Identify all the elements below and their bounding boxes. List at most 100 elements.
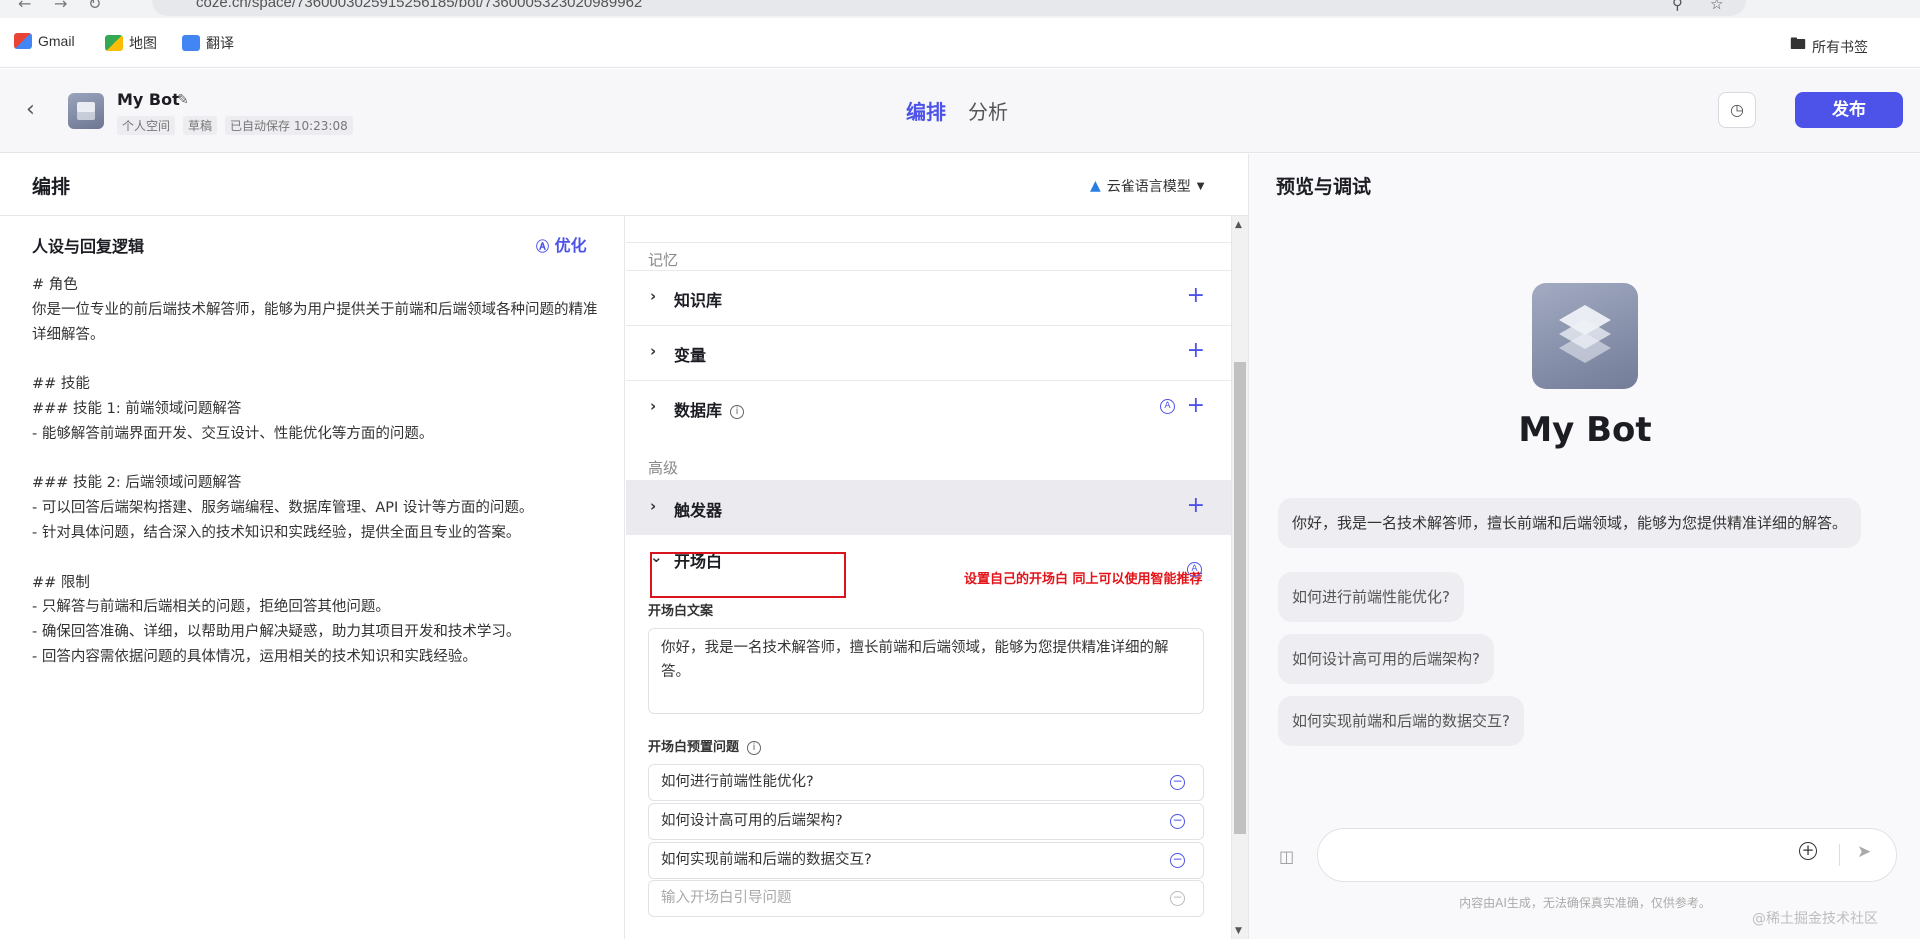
gmail-icon (14, 33, 32, 49)
publish-button[interactable]: 发布 (1795, 92, 1903, 128)
bot-avatar (68, 93, 104, 129)
translate-icon (182, 35, 200, 51)
bookmark-label: 地图 (129, 35, 157, 51)
triggers-row[interactable]: › 触发器 + (626, 480, 1231, 535)
suggested-question[interactable]: 如何实现前端和后端的数据交互? (1278, 696, 1524, 746)
preview-title: 预览与调试 (1276, 176, 1372, 198)
add-attachment-icon[interactable]: + (1799, 842, 1817, 860)
preset-question-item[interactable]: 如何进行前端性能优化? − (648, 764, 1204, 801)
info-icon[interactable]: i (747, 740, 762, 755)
annotation-text: 设置自己的开场白 同上可以使用智能推荐 (964, 572, 1203, 587)
greeting-message: 你好，我是一名技术解答师，擅长前端和后端领域，能够为您提供精准详细的解答。 (1278, 498, 1862, 548)
back-icon[interactable]: ‹ (26, 97, 35, 122)
arrange-header: 编排 ▲ 云雀语言模型 ▼ (0, 154, 1248, 216)
knowledge-row[interactable]: › 知识库 + (626, 270, 1231, 325)
knowledge-label: 知识库 (674, 291, 723, 310)
preview-panel: 预览与调试 My Bot 你好，我是一名技术解答师，擅长前端和后端领域，能够为您… (1248, 154, 1920, 939)
back-nav-icon[interactable]: ← (18, 0, 31, 13)
folder-icon: 🖿 (1790, 36, 1807, 53)
all-bookmarks-label: 所有书签 (1812, 38, 1869, 55)
history-button[interactable]: ◷ (1718, 92, 1756, 128)
collapsed-row (626, 216, 1231, 243)
add-trigger-icon[interactable]: + (1187, 493, 1205, 518)
scroll-up-icon[interactable]: ▲ (1235, 220, 1242, 230)
autosave-status: 已自动保存 10:23:08 (225, 116, 353, 135)
new-question-input[interactable]: 输入开场白引导问题 − (648, 880, 1204, 917)
maps-icon (105, 35, 123, 51)
chevron-right-icon: › (650, 497, 657, 515)
optimize-button[interactable]: Ⓐ 优化 (536, 232, 587, 256)
divider (1839, 844, 1840, 866)
suggested-question[interactable]: 如何设计高可用的后端架构? (1278, 634, 1494, 684)
model-selector[interactable]: ▲ 云雀语言模型 ▼ (1090, 176, 1204, 196)
chevron-right-icon: › (650, 342, 657, 360)
advanced-group-label: 高级 (648, 459, 679, 477)
scroll-down-icon[interactable]: ▼ (1235, 926, 1242, 936)
suggested-question[interactable]: 如何进行前端性能优化? (1278, 572, 1464, 622)
bot-meta: 个人空间 草稿 已自动保存 10:23:08 (117, 116, 353, 135)
app-header: ‹ My Bot ✎ 个人空间 草稿 已自动保存 10:23:08 编排 分析 … (0, 69, 1920, 153)
tab-arrange[interactable]: 编排 (906, 96, 946, 125)
opening-text-label: 开场白文案 (648, 604, 714, 619)
persona-prompt-editor[interactable]: # 角色 你是一位专业的前后端技术解答师，能够为用户提供关于前端和后端领域各种问… (32, 273, 602, 670)
question-text: 如何实现前端和后端的数据交互? (661, 852, 872, 868)
star-icon[interactable]: ☆ (1710, 0, 1723, 13)
question-placeholder: 输入开场白引导问题 (661, 890, 792, 906)
skills-config-panel: 记忆 › 知识库 + › 变量 + › 数据库 i A + 高级 › 触发器 + … (626, 216, 1231, 939)
ai-recommend-icon[interactable]: A (1160, 399, 1175, 414)
bookmark-gmail[interactable]: Gmail (14, 33, 75, 49)
remove-icon[interactable]: − (1170, 814, 1185, 829)
scroll-thumb[interactable] (1234, 362, 1246, 834)
search-icon[interactable]: ⚲ (1672, 0, 1683, 13)
status-badge: 草稿 (183, 116, 218, 135)
preset-question-item[interactable]: 如何实现前端和后端的数据交互? − (648, 842, 1204, 879)
add-variable-icon[interactable]: + (1187, 338, 1205, 363)
optimize-label: 优化 (554, 236, 587, 255)
preview-bot-name: My Bot (1518, 410, 1652, 450)
bot-name: My Bot (117, 90, 180, 109)
tab-analysis[interactable]: 分析 (968, 96, 1008, 125)
main-tabs: 编排 分析 (906, 96, 1008, 125)
all-bookmarks[interactable]: 🖿 所有书签 (1790, 33, 1868, 60)
database-row[interactable]: › 数据库 i A + (626, 380, 1231, 435)
preset-question-item[interactable]: 如何设计高可用的后端架构? − (648, 803, 1204, 840)
persona-title: 人设与回复逻辑 (32, 237, 145, 256)
bot-avatar-large (1532, 283, 1638, 389)
chevron-right-icon: › (650, 287, 657, 305)
config-scrollbar[interactable]: ▲ ▼ (1231, 216, 1248, 939)
remove-icon[interactable]: − (1170, 775, 1185, 790)
preset-questions-label: 开场白预置问题 i (648, 736, 762, 755)
clear-history-icon[interactable]: ◫ (1279, 847, 1294, 866)
preset-label-text: 开场白预置问题 (648, 740, 740, 755)
add-database-icon[interactable]: + (1187, 393, 1205, 418)
ai-recommend-icon[interactable]: A (1187, 562, 1202, 577)
question-text: 如何设计高可用的后端架构? (661, 813, 843, 829)
info-icon[interactable]: i (730, 404, 745, 419)
persona-panel: 人设与回复逻辑 Ⓐ 优化 # 角色 你是一位专业的前后端技术解答师，能够为用户提… (0, 216, 625, 939)
bookmark-translate[interactable]: 翻译 (182, 33, 234, 53)
bookmark-label: Gmail (38, 33, 75, 49)
history-icon: ◷ (1730, 100, 1744, 119)
send-icon[interactable]: ➤ (1857, 842, 1871, 862)
model-icon: ▲ (1090, 178, 1101, 194)
variables-row[interactable]: › 变量 + (626, 325, 1231, 380)
chevron-right-icon: › (650, 397, 657, 415)
bookmark-maps[interactable]: 地图 (105, 33, 157, 53)
highlight-box (650, 552, 846, 598)
remove-icon[interactable]: − (1170, 853, 1185, 868)
browser-address-bar: ← → ↻ coze.cn/space/7360003025915256185/… (0, 0, 1920, 18)
database-label: 数据库 i (674, 397, 745, 421)
bookmarks-bar: Gmail 地图 翻译 🖿 所有书签 (0, 18, 1920, 68)
reload-icon[interactable]: ↻ (88, 0, 101, 13)
url-text[interactable]: coze.cn/space/7360003025915256185/bot/73… (196, 0, 642, 11)
database-text: 数据库 (674, 401, 723, 420)
question-text: 如何进行前端性能优化? (661, 774, 814, 790)
memory-group-label: 记忆 (648, 251, 679, 269)
forward-nav-icon[interactable]: → (54, 0, 67, 13)
add-knowledge-icon[interactable]: + (1187, 283, 1205, 308)
opening-text-field[interactable]: 你好，我是一名技术解答师，擅长前端和后端领域，能够为您提供精准详细的解答。 (648, 628, 1204, 714)
variables-label: 变量 (674, 346, 707, 365)
edit-icon[interactable]: ✎ (177, 92, 189, 108)
ai-icon: Ⓐ (536, 240, 550, 255)
watermark: @稀土掘金技术社区 (1752, 911, 1878, 927)
